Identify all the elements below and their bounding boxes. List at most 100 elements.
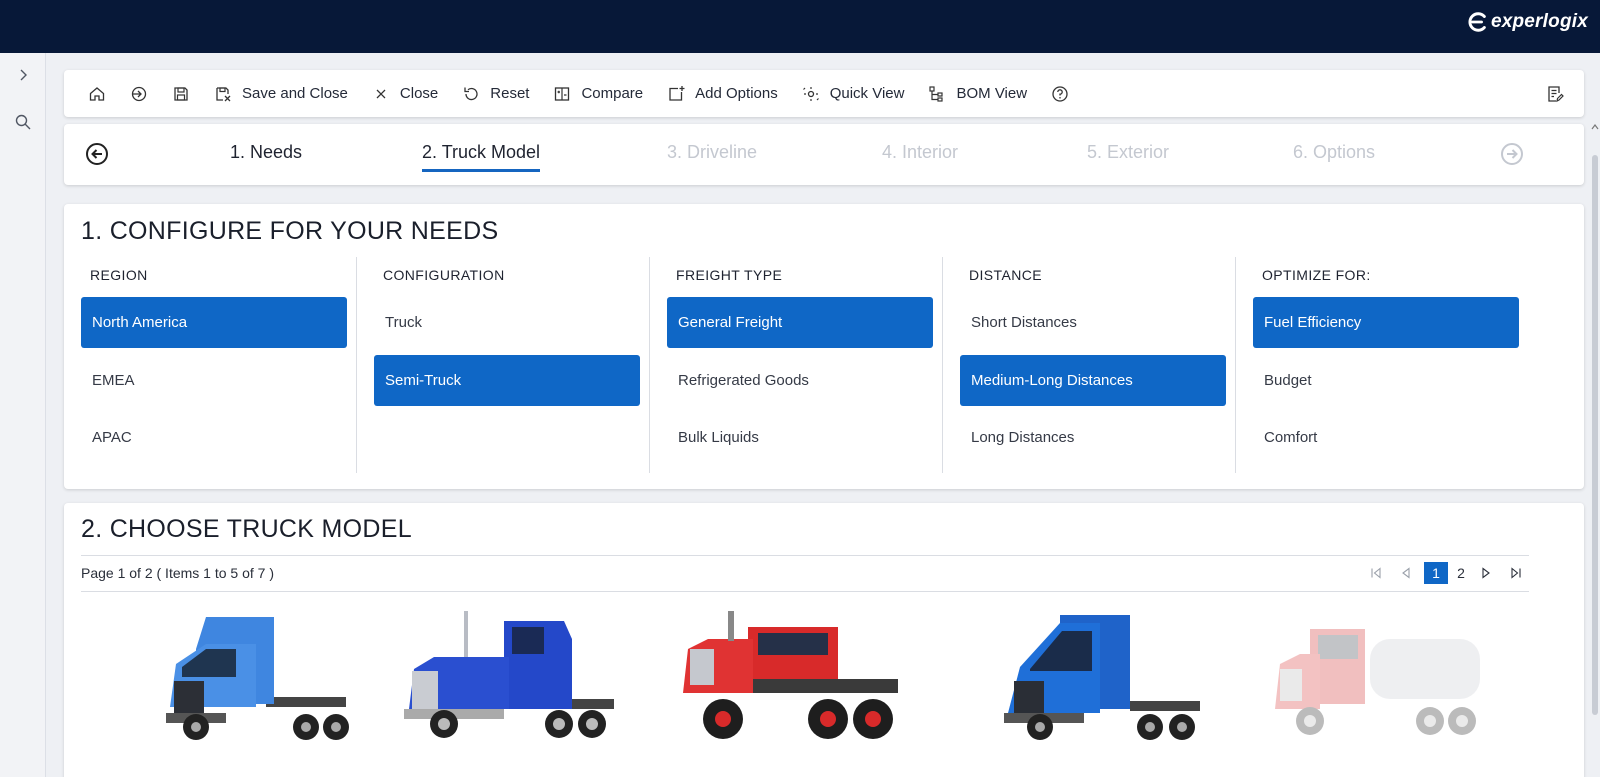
bom-view-label: BOM View — [956, 85, 1028, 102]
experlogix-logo-icon — [1468, 12, 1486, 32]
next-page-button[interactable] — [1474, 562, 1498, 584]
save-and-close-button[interactable]: Save and Close — [202, 77, 360, 111]
needs-panel: 1. CONFIGURE FOR YOUR NEEDS REGION North… — [64, 204, 1584, 489]
reset-icon — [464, 87, 478, 100]
option-truck[interactable]: Truck — [374, 297, 640, 348]
first-page-icon — [1371, 567, 1381, 579]
option-bulk-liquids[interactable]: Bulk Liquids — [667, 412, 933, 463]
red-tanker-truck-image[interactable] — [1260, 609, 1490, 743]
last-page-button[interactable] — [1504, 562, 1528, 584]
region-heading: REGION — [90, 267, 148, 283]
option-fuel-efficiency[interactable]: Fuel Efficiency — [1253, 297, 1519, 348]
column-divider — [942, 257, 943, 473]
close-button[interactable]: Close — [360, 77, 450, 111]
configuration-column: CONFIGURATION Truck Semi-Truck — [374, 257, 667, 473]
freight-type-column: FREIGHT TYPE General Freight Refrigerate… — [667, 257, 960, 473]
compare-icon — [555, 86, 570, 101]
option-emea[interactable]: EMEA — [81, 355, 347, 406]
left-rail — [0, 53, 46, 777]
help-button[interactable] — [1039, 77, 1081, 111]
step-driveline[interactable]: 3. Driveline — [667, 142, 757, 163]
blue-aero-sleeper-truck-image[interactable] — [980, 609, 1210, 743]
red-heavy-haul-truck-image[interactable] — [668, 609, 898, 743]
vertical-scrollbar-thumb[interactable] — [1592, 155, 1598, 715]
previous-page-icon — [1402, 567, 1410, 579]
reset-button[interactable]: Reset — [450, 77, 541, 111]
add-options-button[interactable]: Add Options — [655, 77, 790, 111]
column-divider — [1235, 257, 1236, 473]
next-page-icon — [1482, 567, 1490, 579]
needs-title: 1. CONFIGURE FOR YOUR NEEDS — [81, 217, 499, 245]
add-options-label: Add Options — [695, 85, 778, 102]
chevron-right-icon — [20, 69, 27, 81]
option-general-freight[interactable]: General Freight — [667, 297, 933, 348]
add-options-icon — [669, 85, 685, 101]
option-refrigerated-goods[interactable]: Refrigerated Goods — [667, 355, 933, 406]
step-interior[interactable]: 4. Interior — [882, 142, 958, 163]
close-icon — [376, 89, 386, 98]
notes-button[interactable] — [1534, 77, 1576, 111]
scroll-up-icon[interactable] — [1591, 123, 1599, 131]
page-1-button[interactable]: 1 — [1424, 562, 1448, 584]
brand-name: experlogix — [1490, 11, 1588, 32]
expand-rail-button[interactable] — [11, 63, 35, 87]
page-2-button[interactable]: 2 — [1449, 562, 1473, 584]
option-semi-truck[interactable]: Semi-Truck — [374, 355, 640, 406]
save-and-close-label: Save and Close — [242, 85, 348, 102]
pager: 1 2 — [1364, 562, 1528, 584]
light-blue-day-cab-truck-image[interactable] — [136, 609, 366, 743]
save-button[interactable] — [160, 77, 202, 111]
home-icon — [89, 86, 105, 101]
freight-type-heading: FREIGHT TYPE — [676, 267, 783, 283]
distance-column: DISTANCE Short Distances Medium-Long Dis… — [960, 257, 1253, 473]
option-north-america[interactable]: North America — [81, 297, 347, 348]
column-divider — [356, 257, 357, 473]
close-label: Close — [399, 85, 439, 102]
quick-view-label: Quick View — [829, 85, 905, 102]
option-medium-long-distances[interactable]: Medium-Long Distances — [960, 355, 1226, 406]
quick-view-button[interactable]: Quick View — [790, 77, 917, 111]
sign-in-icon — [131, 86, 147, 101]
save-icon — [174, 86, 188, 101]
bom-view-button[interactable]: BOM View — [916, 77, 1039, 111]
blue-long-hood-sleeper-truck-image[interactable] — [394, 609, 624, 743]
home-button[interactable] — [76, 77, 118, 111]
brand-logo[interactable]: experlogix — [1466, 11, 1588, 33]
top-bar: experlogix — [0, 0, 1600, 53]
help-icon — [1052, 85, 1068, 102]
region-column: REGION North America EMEA APAC — [81, 257, 374, 473]
last-page-icon — [1511, 567, 1521, 579]
toolbar: Save and Close Close Reset Compare Add O… — [64, 70, 1584, 117]
column-divider — [649, 257, 650, 473]
optimize-for-column: OPTIMIZE FOR: Fuel Efficiency Budget Com… — [1253, 257, 1546, 473]
option-apac[interactable]: APAC — [81, 412, 347, 463]
distance-heading: DISTANCE — [969, 267, 1042, 283]
compare-label: Compare — [581, 85, 644, 102]
main-area: Save and Close Close Reset Compare Add O… — [46, 53, 1600, 777]
search-icon — [15, 114, 31, 130]
quick-view-icon — [802, 86, 819, 101]
optimize-for-heading: OPTIMIZE FOR: — [1262, 267, 1371, 283]
option-comfort[interactable]: Comfort — [1253, 412, 1519, 463]
next-step-icon[interactable] — [1500, 142, 1524, 166]
compare-button[interactable]: Compare — [541, 77, 655, 111]
step-navigator: 1. Needs 2. Truck Model 3. Driveline 4. … — [64, 124, 1584, 185]
step-options[interactable]: 6. Options — [1293, 142, 1375, 163]
previous-page-button[interactable] — [1394, 562, 1418, 584]
edit-notes-icon — [1548, 85, 1564, 102]
previous-step-icon[interactable] — [85, 142, 109, 166]
divider — [81, 591, 1529, 592]
option-budget[interactable]: Budget — [1253, 355, 1519, 406]
sign-in-button[interactable] — [118, 77, 160, 111]
configuration-heading: CONFIGURATION — [383, 267, 505, 283]
option-long-distances[interactable]: Long Distances — [960, 412, 1226, 463]
bom-view-icon — [929, 85, 944, 102]
page-info: Page 1 of 2 ( Items 1 to 5 of 7 ) — [81, 565, 274, 581]
rail-search-button[interactable] — [11, 110, 35, 134]
step-exterior[interactable]: 5. Exterior — [1087, 142, 1169, 163]
first-page-button[interactable] — [1364, 562, 1388, 584]
step-truck-model[interactable]: 2. Truck Model — [422, 142, 541, 172]
truck-model-panel: 2. CHOOSE TRUCK MODEL Page 1 of 2 ( Item… — [64, 503, 1584, 777]
step-needs[interactable]: 1. Needs — [230, 142, 302, 163]
option-short-distances[interactable]: Short Distances — [960, 297, 1226, 348]
